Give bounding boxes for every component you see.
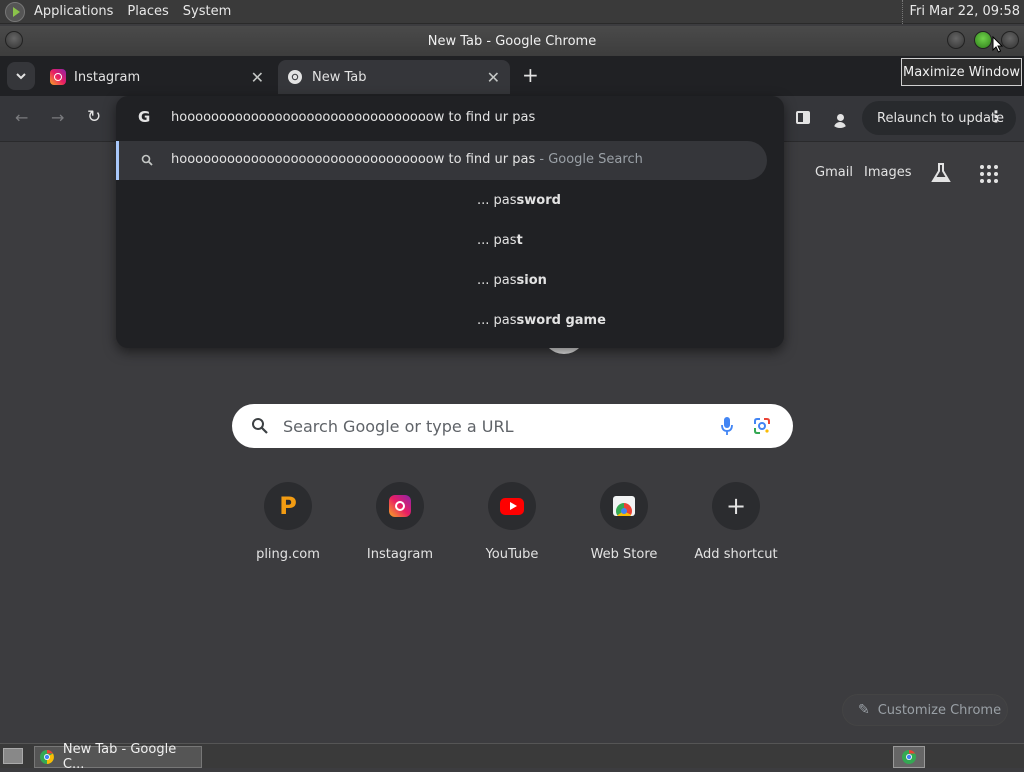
tab-instagram[interactable]: Instagram ✕: [42, 60, 274, 94]
maximize-button[interactable]: [974, 31, 992, 49]
close-tab-icon[interactable]: ✕: [251, 68, 264, 87]
profile-avatar-icon[interactable]: [830, 108, 850, 128]
suggestion-item[interactable]: ... password game: [477, 313, 606, 328]
window-titlebar[interactable]: New Tab - Google Chrome: [0, 26, 1024, 56]
youtube-icon: [488, 482, 536, 530]
web-store-icon: [600, 482, 648, 530]
google-apps-icon[interactable]: [980, 165, 998, 183]
relaunch-button[interactable]: Relaunch to update ⋮: [862, 101, 1016, 135]
chrome-icon: [902, 750, 916, 764]
suggestion-prefix: ... pas: [477, 273, 517, 288]
workspace-switcher[interactable]: [893, 746, 925, 768]
chevron-down-icon: [16, 73, 26, 80]
suggestion-prefix: ... pas: [477, 233, 517, 248]
shortcut-label: YouTube: [485, 547, 539, 562]
mouse-cursor-icon: [992, 36, 1004, 53]
distro-logo-icon[interactable]: [5, 1, 25, 22]
omnibox-dropdown: G hoooooooooooooooooooooooooooooooow to …: [116, 96, 784, 348]
more-menu-icon[interactable]: ⋮: [988, 107, 1004, 126]
shortcut-youtube[interactable]: YouTube: [456, 480, 568, 562]
tab-strip: Instagram ✕ New Tab ✕ +: [0, 56, 1024, 96]
back-arrow-icon[interactable]: ←: [15, 108, 28, 127]
shortcut-web-store[interactable]: Web Store: [568, 480, 680, 562]
chrome-icon: [39, 750, 54, 764]
instagram-icon: [376, 482, 424, 530]
top-panel: Applications Places System Fri Mar 22, 0…: [0, 0, 1024, 24]
shortcut-instagram[interactable]: Instagram: [344, 480, 456, 562]
labs-flask-icon[interactable]: [930, 162, 952, 184]
omnibox-suggestion-selected[interactable]: hoooooooooooooooooooooooooooooooow to fi…: [116, 141, 767, 180]
suggestion-prefix: ... pas: [477, 313, 517, 328]
shortcut-pling[interactable]: P pling.com: [232, 480, 344, 562]
taskbar-chrome-window[interactable]: New Tab - Google C...: [34, 742, 202, 772]
relaunch-label: Relaunch to update: [877, 110, 1005, 126]
menu-system[interactable]: System: [176, 0, 238, 24]
suggestion-prefix: ... pas: [477, 193, 517, 208]
reload-icon[interactable]: ↻: [87, 107, 101, 127]
customize-chrome-button[interactable]: ✎ Customize Chrome: [842, 694, 1008, 726]
side-panel-icon[interactable]: [796, 111, 810, 124]
search-placeholder: Search Google or type a URL: [283, 416, 514, 436]
suggestion-rest: sword: [516, 193, 561, 208]
window-title: New Tab - Google Chrome: [427, 33, 597, 49]
images-link[interactable]: Images: [864, 165, 912, 180]
tab-label: New Tab: [312, 69, 367, 85]
shortcut-label: Web Store: [590, 547, 658, 562]
minimize-button[interactable]: [947, 31, 965, 49]
menu-places[interactable]: Places: [120, 0, 175, 24]
suggestion-item[interactable]: ... password: [477, 193, 561, 208]
search-icon: [252, 418, 268, 434]
suggestion-rest: sword game: [516, 313, 606, 328]
instagram-icon: [50, 69, 66, 85]
shortcut-label: pling.com: [256, 547, 320, 562]
forward-arrow-icon[interactable]: →: [51, 108, 64, 127]
plus-icon: +: [712, 482, 760, 530]
tab-search-button[interactable]: [7, 62, 35, 90]
tab-new-tab[interactable]: New Tab ✕: [278, 60, 510, 94]
chrome-icon: [288, 70, 302, 84]
shortcut-label: Instagram: [366, 547, 434, 562]
google-g-icon: G: [138, 108, 151, 126]
clock[interactable]: Fri Mar 22, 09:58: [902, 0, 1020, 24]
menu-applications[interactable]: Applications: [27, 0, 120, 24]
search-icon: [141, 154, 153, 166]
window-menu-button[interactable]: [5, 31, 23, 49]
google-lens-icon[interactable]: [753, 417, 771, 435]
shortcut-label: Add shortcut: [694, 547, 778, 562]
suggestion-rest: sion: [516, 273, 547, 288]
show-desktop-icon[interactable]: [3, 748, 23, 764]
close-tab-icon[interactable]: ✕: [487, 68, 500, 87]
bottom-taskbar: New Tab - Google C...: [0, 742, 1024, 772]
new-tab-button[interactable]: +: [522, 63, 539, 87]
customize-label: Customize Chrome: [877, 702, 1002, 718]
gmail-link[interactable]: Gmail: [815, 165, 853, 180]
suggestion-item[interactable]: ... past: [477, 233, 523, 248]
shortcut-add[interactable]: + Add shortcut: [680, 480, 792, 562]
microphone-icon[interactable]: [720, 416, 734, 436]
suggestion-text: hoooooooooooooooooooooooooooooooow to fi…: [171, 152, 536, 167]
suggestion-item[interactable]: ... passion: [477, 273, 547, 288]
suggestion-suffix: - Google Search: [535, 152, 643, 167]
pencil-icon: ✎: [858, 702, 870, 718]
omnibox-input[interactable]: hoooooooooooooooooooooooooooooooow to fi…: [171, 110, 535, 125]
maximize-tooltip: Maximize Window: [901, 58, 1022, 86]
suggestion-rest: t: [516, 233, 523, 248]
pling-icon: P: [264, 482, 312, 530]
ntp-search-box[interactable]: Search Google or type a URL: [232, 404, 793, 448]
tab-label: Instagram: [74, 69, 141, 85]
